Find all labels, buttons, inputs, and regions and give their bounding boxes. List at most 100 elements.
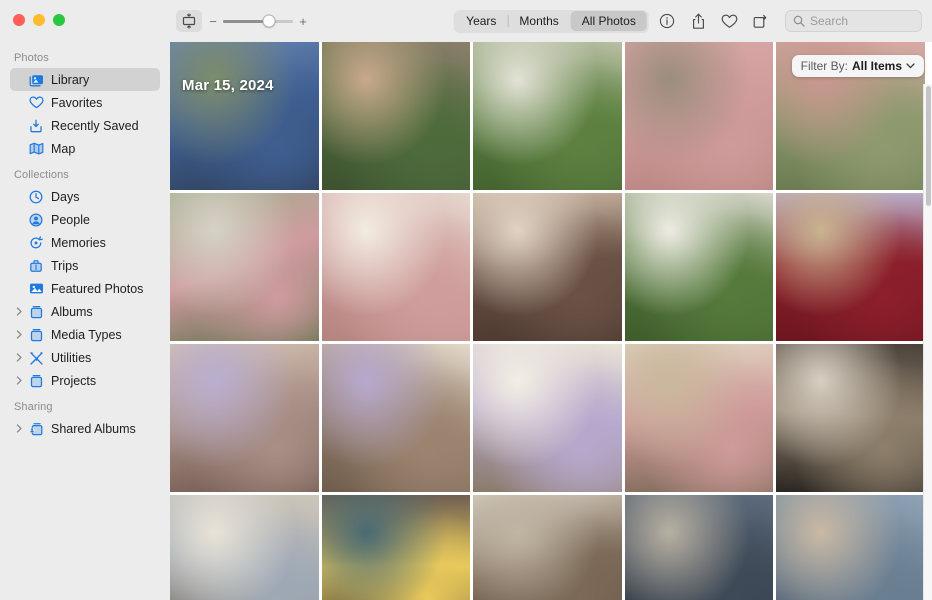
sidebar-item-map[interactable]: Map <box>10 137 160 160</box>
sidebar-item-label: Projects <box>51 373 97 388</box>
aspect-ratio-icon[interactable] <box>176 10 202 32</box>
sidebar-item-label: Favorites <box>51 95 103 110</box>
close-button[interactable] <box>13 14 25 26</box>
photo-thumbnail[interactable] <box>776 495 925 600</box>
photo-image <box>776 344 925 492</box>
window-traffic-lights <box>0 0 170 38</box>
sidebar-item-recently-saved[interactable]: Recently Saved <box>10 114 160 137</box>
sidebar-item-projects[interactable]: Projects <box>10 369 160 392</box>
sidebar-item-memories[interactable]: Memories <box>10 231 160 254</box>
sidebar-item-label: Shared Albums <box>51 421 136 436</box>
info-icon[interactable] <box>658 11 676 31</box>
photo-thumbnail[interactable] <box>473 193 622 341</box>
minimize-button[interactable] <box>33 14 45 26</box>
sidebar-item-library[interactable]: Library <box>10 68 160 91</box>
photo-thumbnail[interactable] <box>624 42 774 190</box>
chevron-right-icon[interactable] <box>14 424 25 433</box>
photo-image <box>776 193 925 341</box>
sidebar-item-label: Map <box>51 141 76 156</box>
photo-image <box>624 42 774 190</box>
main-content: − + Years Months All Photos Search Mar 1… <box>170 0 932 600</box>
photo-thumbnail[interactable] <box>170 344 319 492</box>
sidebar-item-label: Recently Saved <box>51 118 139 133</box>
sidebar-item-shared-albums[interactable]: Shared Albums <box>10 417 160 440</box>
sidebar-item-trips[interactable]: Trips <box>10 254 160 277</box>
photo-thumbnail[interactable] <box>624 344 774 492</box>
photo-image <box>473 193 622 341</box>
photo-image <box>321 344 471 492</box>
photo-thumbnail[interactable] <box>321 193 471 341</box>
sidebar-item-label: People <box>51 212 90 227</box>
photo-thumbnail[interactable] <box>473 42 622 190</box>
zoom-slider-knob[interactable] <box>262 14 276 28</box>
zoom-slider-track[interactable] <box>223 14 293 28</box>
photo-thumbnail[interactable] <box>170 42 319 190</box>
clock-icon <box>26 190 46 204</box>
sidebar-item-favorites[interactable]: Favorites <box>10 91 160 114</box>
photo-thumbnail[interactable] <box>170 193 319 341</box>
chevron-right-icon[interactable] <box>14 353 25 362</box>
sidebar-item-albums[interactable]: Albums <box>10 300 160 323</box>
photo-image <box>624 495 774 600</box>
sidebar-item-label: Media Types <box>51 327 122 342</box>
photo-thumbnail[interactable] <box>321 42 471 190</box>
photo-thumbnail[interactable] <box>776 193 925 341</box>
zoom-in-label[interactable]: + <box>299 15 307 28</box>
tab-years[interactable]: Years <box>455 11 507 31</box>
photo-thumbnail[interactable] <box>321 344 471 492</box>
photo-thumbnail[interactable] <box>321 495 471 600</box>
toolbar-left-group: − + <box>176 10 307 32</box>
person-circle-icon <box>26 212 46 227</box>
sidebar-item-days[interactable]: Days <box>10 185 160 208</box>
photo-thumbnail[interactable] <box>624 193 774 341</box>
tab-months[interactable]: Months <box>508 11 569 31</box>
search-input[interactable]: Search <box>785 10 922 32</box>
album-icon <box>26 305 46 319</box>
chevron-right-icon[interactable] <box>14 330 25 339</box>
memories-icon <box>26 235 46 250</box>
sidebar-item-label: Library <box>51 72 90 87</box>
album-icon <box>26 374 46 388</box>
photo-image <box>321 193 471 341</box>
photo-thumbnail[interactable] <box>170 495 319 600</box>
photo-thumbnail[interactable] <box>624 495 774 600</box>
share-icon[interactable] <box>689 11 707 31</box>
sidebar-item-media-types[interactable]: Media Types <box>10 323 160 346</box>
scrollbar-thumb[interactable] <box>926 86 931 206</box>
photo-image <box>473 344 622 492</box>
filter-by-button[interactable]: Filter By: All Items <box>791 55 924 77</box>
photo-image <box>624 344 774 492</box>
chevron-right-icon[interactable] <box>14 376 25 385</box>
sidebar-item-people[interactable]: People <box>10 208 160 231</box>
thumbnail-zoom-slider[interactable]: − + <box>209 14 307 28</box>
search-icon <box>793 15 805 27</box>
photo-image <box>321 495 471 600</box>
library-icon <box>26 73 46 87</box>
chevron-right-icon[interactable] <box>14 307 25 316</box>
photo-thumbnail[interactable] <box>473 495 622 600</box>
sidebar-item-featured-photos[interactable]: Featured Photos <box>10 277 160 300</box>
rotate-icon[interactable] <box>751 11 769 31</box>
view-mode-segmented-control[interactable]: Years Months All Photos <box>453 9 649 33</box>
zoom-button[interactable] <box>53 14 65 26</box>
filter-by-prefix: Filter By: <box>800 59 848 73</box>
photo-thumbnail[interactable] <box>473 344 622 492</box>
sidebar-section-header: Collections <box>14 169 69 181</box>
album-icon <box>26 328 46 342</box>
sidebar-item-utilities[interactable]: Utilities <box>10 346 160 369</box>
vertical-scrollbar[interactable] <box>923 84 932 600</box>
photo-thumbnail[interactable] <box>776 344 925 492</box>
photo-image <box>170 344 319 492</box>
toolbar-right-group: Search <box>658 10 922 32</box>
photo-grid-area[interactable]: Mar 15, 2024 Filter By: All Items <box>170 42 932 600</box>
zoom-out-label[interactable]: − <box>209 15 217 28</box>
filter-by-value: All Items <box>851 59 902 73</box>
photo-grid[interactable] <box>170 42 925 600</box>
tab-all-photos[interactable]: All Photos <box>570 11 647 31</box>
search-placeholder: Search <box>810 14 849 28</box>
photo-image <box>170 495 319 600</box>
photo-image <box>170 193 319 341</box>
featured-photo-icon <box>26 282 46 295</box>
heart-icon[interactable] <box>720 11 738 31</box>
shared-album-icon <box>26 422 46 436</box>
